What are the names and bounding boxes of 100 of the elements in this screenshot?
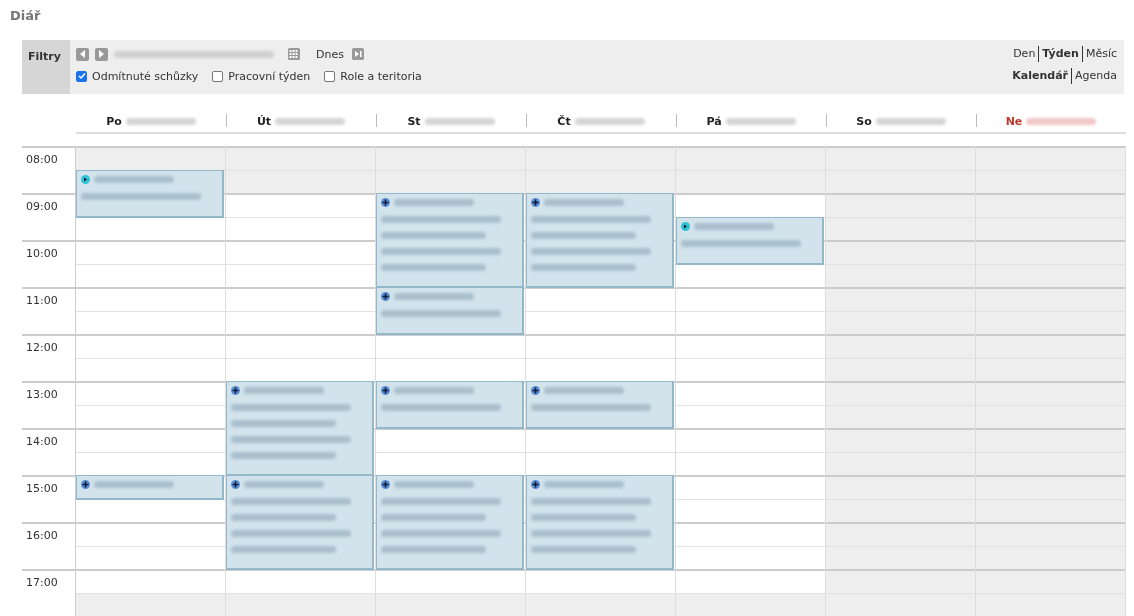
off-hours-cell[interactable]: [826, 522, 975, 546]
off-hours-cell[interactable]: [826, 240, 975, 264]
off-hours-cell[interactable]: [826, 357, 975, 381]
off-hours-cell[interactable]: [526, 146, 675, 170]
off-hours-cell[interactable]: [826, 451, 975, 475]
day-name: Po: [106, 114, 122, 128]
view-tab[interactable]: Den: [1010, 46, 1039, 62]
off-hours-cell[interactable]: [976, 545, 1125, 569]
off-hours-cell[interactable]: [226, 592, 375, 616]
today-button[interactable]: Dnes: [314, 47, 346, 61]
mode-tab[interactable]: Agenda: [1071, 68, 1120, 84]
off-hours-cell[interactable]: [226, 146, 375, 170]
checkbox[interactable]: [324, 70, 336, 82]
triangle-right-icon: [98, 50, 105, 58]
blurred-date-drawing: [275, 117, 346, 125]
off-hours-cell[interactable]: [826, 263, 975, 287]
off-hours-cell[interactable]: [826, 146, 975, 170]
plus-icon: [381, 480, 390, 489]
calendar-event[interactable]: [226, 381, 374, 476]
off-hours-cell[interactable]: [976, 146, 1125, 170]
view-tab[interactable]: Měsíc: [1081, 46, 1120, 62]
calendar-event[interactable]: [376, 475, 524, 570]
off-hours-cell[interactable]: [976, 498, 1125, 522]
day-name: St: [407, 114, 421, 128]
calendar-event[interactable]: [526, 193, 674, 288]
day-name: Pá: [706, 114, 722, 128]
off-hours-cell[interactable]: [976, 287, 1125, 311]
plus-icon: [531, 480, 540, 489]
off-hours-cell[interactable]: [826, 498, 975, 522]
off-hours-cell[interactable]: [676, 169, 825, 193]
off-hours-cell[interactable]: [826, 310, 975, 334]
blurred-date-drawing: [875, 117, 946, 125]
off-hours-cell[interactable]: [976, 404, 1125, 428]
off-hours-cell[interactable]: [826, 193, 975, 217]
off-hours-cell[interactable]: [976, 334, 1125, 358]
off-hours-cell[interactable]: [976, 592, 1125, 616]
off-hours-cell[interactable]: [976, 240, 1125, 264]
plus-icon: [381, 198, 390, 207]
off-hours-cell[interactable]: [976, 522, 1125, 546]
play-icon: [81, 174, 90, 184]
previous-button[interactable]: [76, 47, 89, 61]
checkbox-label: Role a teritoria: [340, 69, 422, 83]
off-hours-cell[interactable]: [376, 592, 525, 616]
checkbox-label: Odmítnuté schůzky: [92, 69, 199, 83]
off-hours-cell[interactable]: [826, 428, 975, 452]
off-hours-cell[interactable]: [676, 146, 825, 170]
off-hours-cell[interactable]: [826, 592, 975, 616]
off-hours-cell[interactable]: [376, 146, 525, 170]
day-name: Út: [256, 114, 272, 128]
calendar-event[interactable]: [376, 287, 524, 335]
checkbox[interactable]: [212, 70, 224, 82]
off-hours-cell[interactable]: [976, 193, 1125, 217]
off-hours-cell[interactable]: [976, 357, 1125, 381]
blurred-date-drawing: [725, 117, 796, 125]
off-hours-cell[interactable]: [76, 146, 225, 170]
off-hours-cell[interactable]: [826, 404, 975, 428]
checkbox[interactable]: [76, 70, 87, 82]
off-hours-cell[interactable]: [826, 381, 975, 405]
calendar-event[interactable]: [76, 169, 224, 218]
off-hours-cell[interactable]: [826, 287, 975, 311]
skip-to-end-icon[interactable]: [351, 48, 364, 60]
off-hours-cell[interactable]: [976, 569, 1125, 593]
blurred-date-drawing: [1026, 117, 1097, 125]
off-hours-cell[interactable]: [976, 428, 1125, 452]
off-hours-cell[interactable]: [676, 592, 825, 616]
calendar-grid-icon[interactable]: [288, 48, 300, 60]
off-hours-cell[interactable]: [526, 169, 675, 193]
off-hours-cell[interactable]: [526, 592, 675, 616]
page-title: Diář: [10, 8, 42, 25]
mode-tab[interactable]: Kalendář: [1009, 68, 1071, 84]
off-hours-cell[interactable]: [976, 451, 1125, 475]
off-hours-cell[interactable]: [76, 592, 225, 616]
off-hours-cell[interactable]: [826, 569, 975, 593]
plus-icon: [381, 292, 390, 301]
calendar-event[interactable]: [76, 475, 224, 500]
calendar-event[interactable]: [676, 216, 824, 265]
off-hours-cell[interactable]: [976, 381, 1125, 405]
view-tab[interactable]: Týden: [1038, 46, 1082, 62]
calendar-event[interactable]: [526, 381, 674, 429]
blurred-date-drawing: [574, 117, 645, 125]
off-hours-cell[interactable]: [226, 169, 375, 193]
off-hours-cell[interactable]: [976, 310, 1125, 334]
off-hours-cell[interactable]: [976, 169, 1125, 193]
calendar-event[interactable]: [376, 381, 524, 429]
calendar-event[interactable]: [526, 475, 674, 570]
off-hours-cell[interactable]: [826, 545, 975, 569]
off-hours-cell[interactable]: [976, 475, 1125, 499]
off-hours-cell[interactable]: [826, 334, 975, 358]
off-hours-cell[interactable]: [976, 216, 1125, 240]
next-button[interactable]: [95, 47, 108, 61]
calendar-event[interactable]: [376, 193, 524, 288]
off-hours-cell[interactable]: [826, 475, 975, 499]
off-hours-cell[interactable]: [826, 216, 975, 240]
plus-icon: [381, 386, 390, 395]
play-icon: [681, 221, 690, 231]
calendar-event[interactable]: [226, 475, 374, 570]
off-hours-cell[interactable]: [376, 169, 525, 193]
off-hours-cell[interactable]: [976, 263, 1125, 287]
off-hours-cell[interactable]: [826, 169, 975, 193]
plus-icon: [531, 198, 540, 207]
